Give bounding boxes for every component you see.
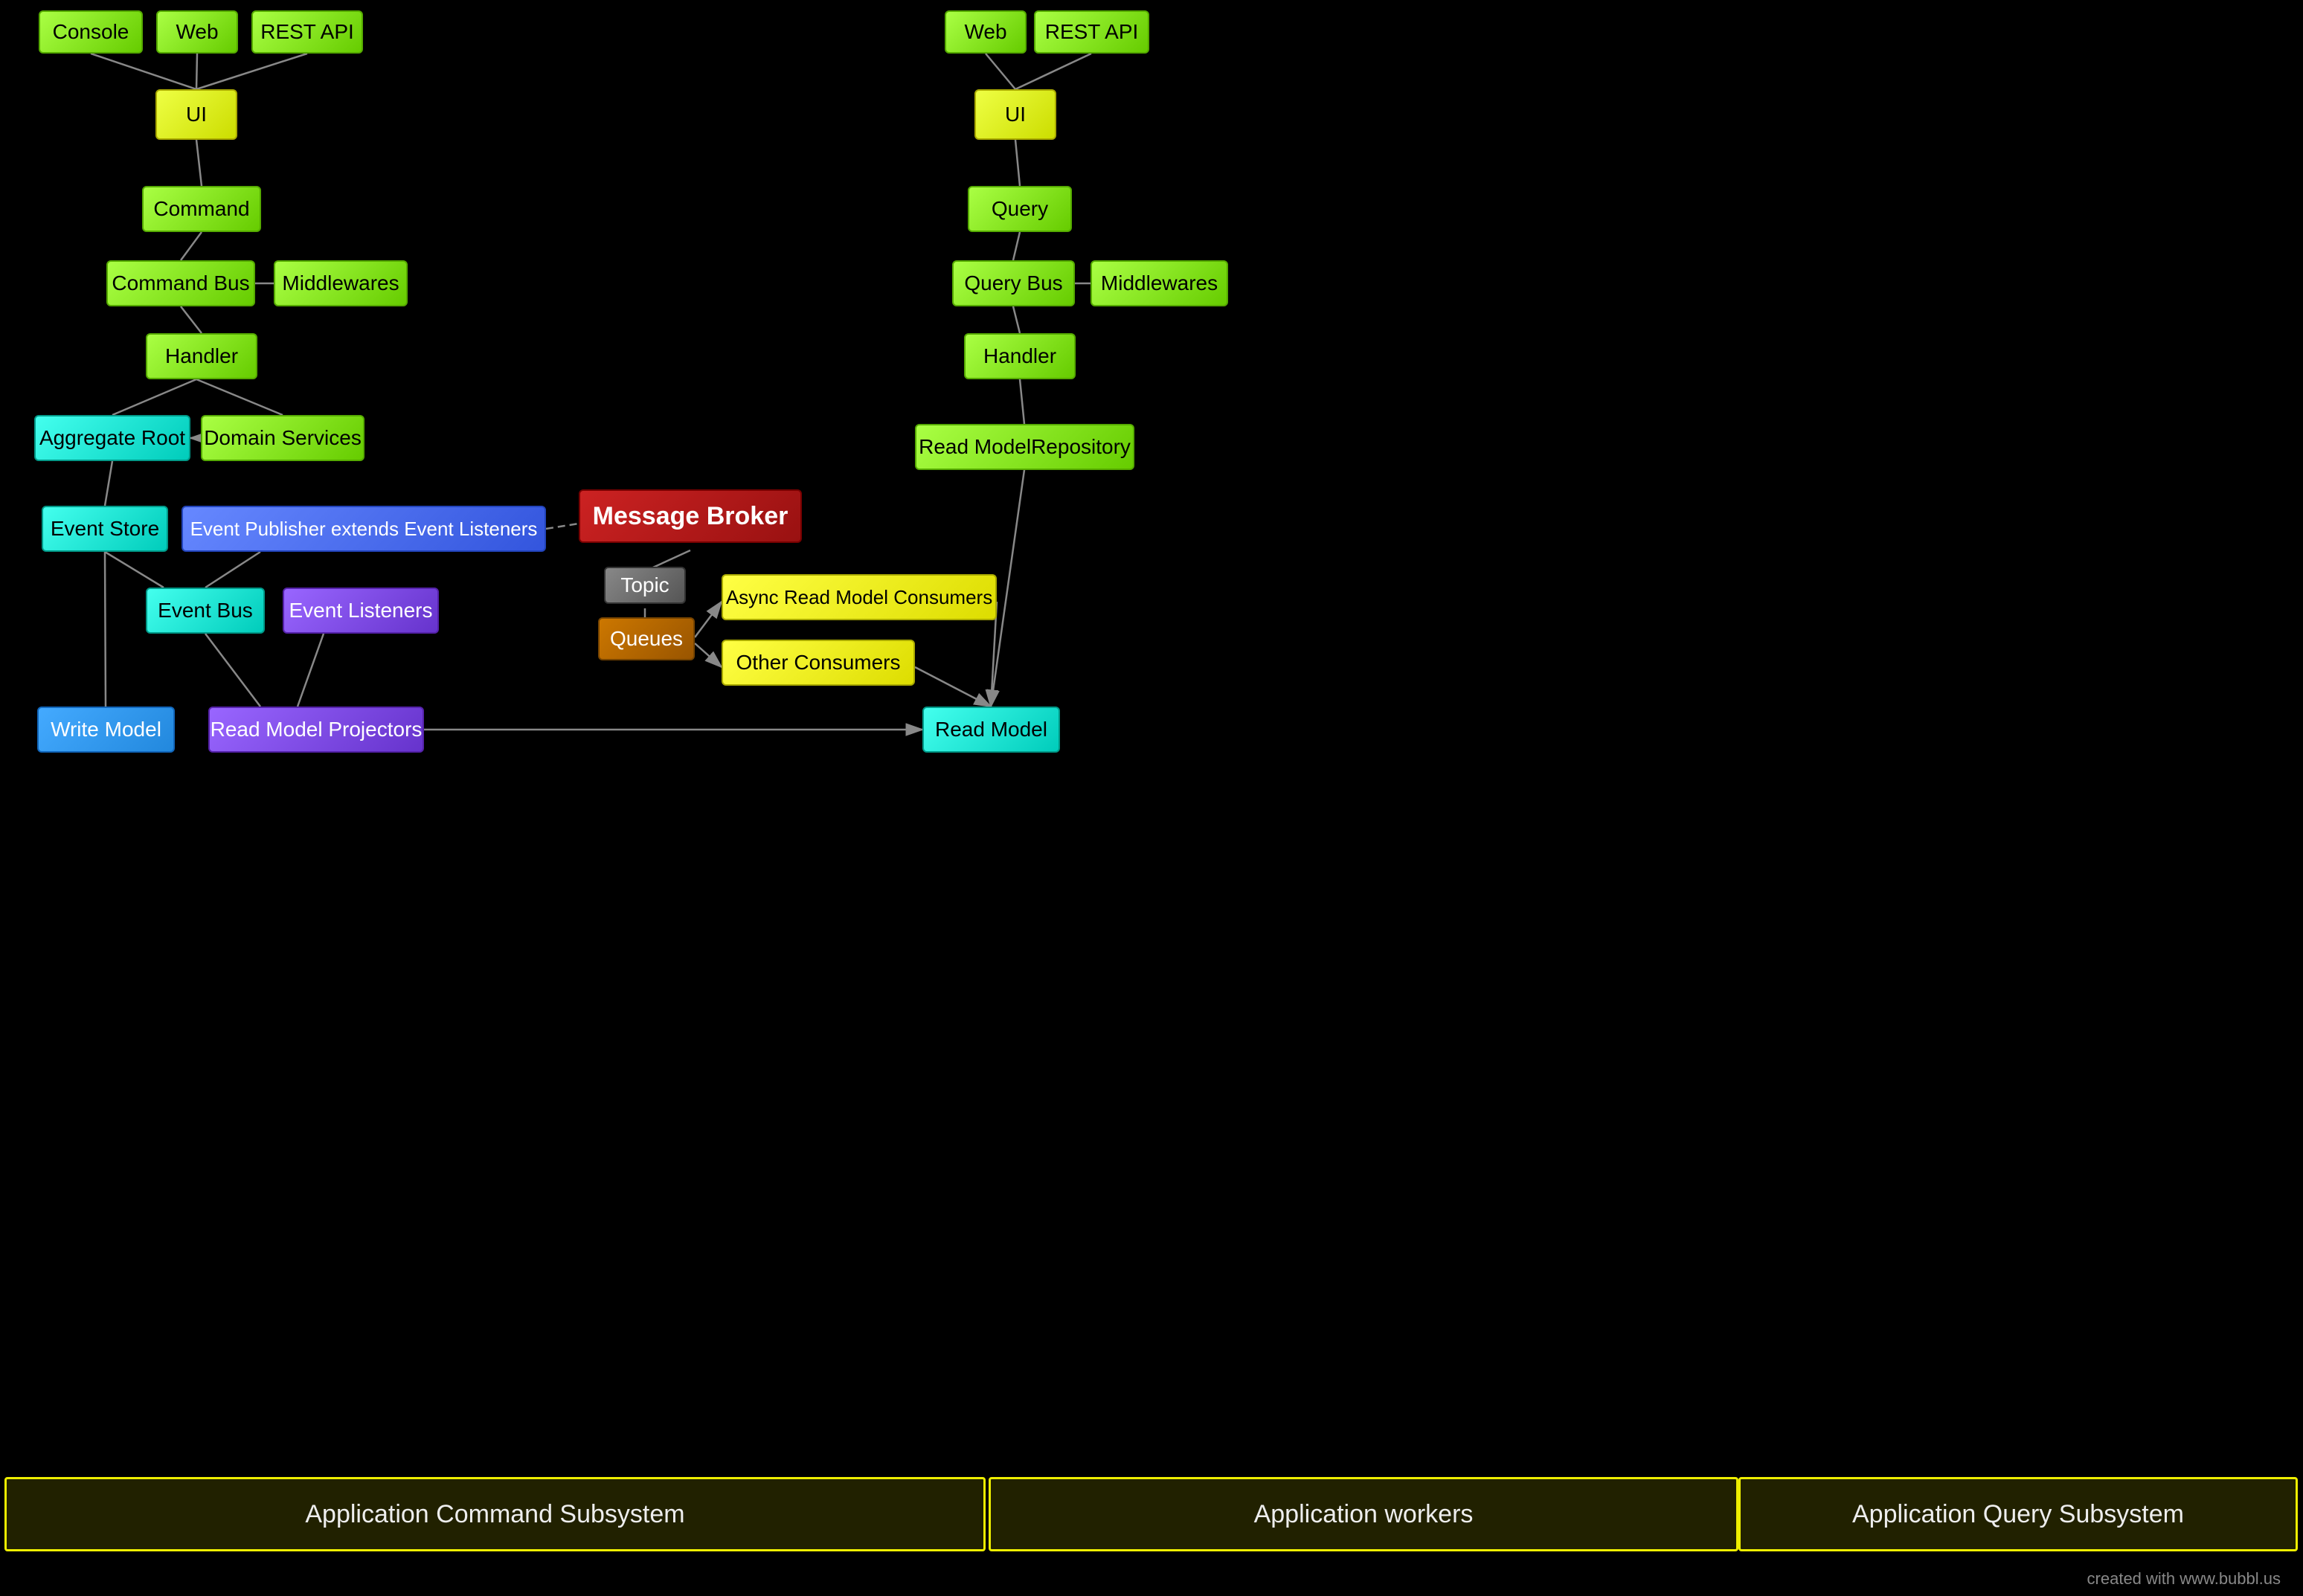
web-left-node: Web	[156, 10, 238, 54]
command-node: Command	[142, 186, 261, 232]
event-bus-node: Event Bus	[146, 588, 265, 634]
aggregate-root-node: Aggregate Root	[34, 415, 190, 461]
middlewares-right-node: Middlewares	[1091, 260, 1228, 306]
rest-api-right-node: REST API	[1034, 10, 1149, 54]
other-consumers-node: Other Consumers	[722, 640, 915, 686]
async-read-model-node: Async Read Model Consumers	[722, 574, 997, 620]
read-model-repo-node: Read ModelRepository	[915, 424, 1134, 470]
write-model-node: Write Model	[37, 707, 175, 753]
queues-node: Queues	[598, 617, 695, 660]
query-bus-node: Query Bus	[952, 260, 1075, 306]
command-bus-node: Command Bus	[106, 260, 255, 306]
handler-right-node: Handler	[964, 333, 1076, 379]
console-node: Console	[39, 10, 143, 54]
domain-services-node: Domain Services	[201, 415, 364, 461]
handler-left-node: Handler	[146, 333, 257, 379]
event-listeners-node: Event Listeners	[283, 588, 439, 634]
ui-left-node: UI	[155, 89, 237, 140]
read-model-projectors-node: Read Model Projectors	[208, 707, 424, 753]
read-model-node: Read Model	[922, 707, 1060, 753]
app-workers-bar: Application workers	[989, 1477, 1738, 1551]
event-store-node: Event Store	[42, 506, 168, 552]
cmd-subsystem-bar: Application Command Subsystem	[4, 1477, 986, 1551]
event-publisher-node: Event Publisher extends Event Listeners	[182, 506, 546, 552]
ui-right-node: UI	[974, 89, 1056, 140]
message-broker-node: Message Broker	[579, 489, 802, 543]
rest-api-left-node: REST API	[251, 10, 363, 54]
query-subsystem-bar: Application Query Subsystem	[1738, 1477, 2298, 1551]
credit-text: created with www.bubbl.us	[2087, 1569, 2281, 1589]
query-node: Query	[968, 186, 1072, 232]
topic-node: Topic	[604, 567, 686, 604]
web-right-node: Web	[945, 10, 1027, 54]
middlewares-left-node: Middlewares	[274, 260, 408, 306]
